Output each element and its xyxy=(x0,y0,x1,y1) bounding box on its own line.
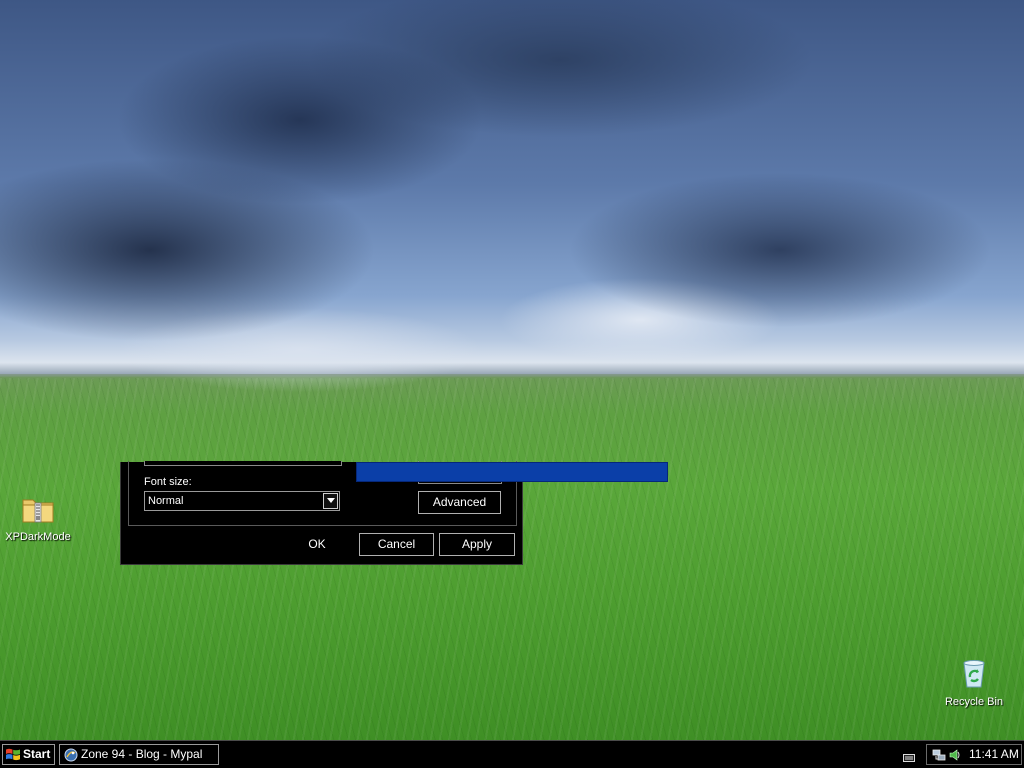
recycle-bin-icon xyxy=(936,657,1012,692)
mypal-browser-icon xyxy=(64,748,78,764)
zip-folder-icon xyxy=(0,494,76,527)
taskbar-item-label: Zone 94 - Blog - Mypal xyxy=(81,747,203,761)
font-size-select[interactable]: Normal xyxy=(144,491,340,511)
clock[interactable]: 11:41 AM xyxy=(969,745,1019,764)
cancel-button[interactable]: Cancel xyxy=(359,533,434,556)
windows-logo-icon xyxy=(6,748,20,767)
dropdown-arrow-button[interactable] xyxy=(323,493,338,509)
font-size-label: Font size: xyxy=(144,476,192,488)
keyboard-layout-icon[interactable] xyxy=(903,751,915,765)
desktop-wallpaper xyxy=(0,0,1024,740)
font-size-value: Normal xyxy=(148,495,184,507)
previous-dropdown[interactable] xyxy=(144,461,342,466)
start-button[interactable]: Start xyxy=(2,744,55,765)
apply-button[interactable]: Apply xyxy=(439,533,515,556)
network-icon[interactable] xyxy=(932,748,946,765)
desktop-icon-recycle-bin[interactable]: Recycle Bin xyxy=(936,657,1012,708)
desktop-icon-xpdarkmode[interactable]: XPDarkMode xyxy=(0,494,76,543)
ok-button[interactable]: OK xyxy=(282,533,352,556)
advanced-button[interactable]: Advanced xyxy=(418,491,501,514)
taskbar: Start Zone 94 - Blog - Mypal 11:41 AM xyxy=(0,740,1024,768)
selection-highlight-bar xyxy=(356,462,668,482)
system-tray: 11:41 AM xyxy=(926,744,1022,765)
taskbar-item-mypal[interactable]: Zone 94 - Blog - Mypal xyxy=(59,744,219,765)
volume-icon[interactable] xyxy=(948,748,962,765)
desktop-icon-label: XPDarkMode xyxy=(5,531,71,543)
chevron-down-icon xyxy=(327,498,335,503)
desktop-icon-label: Recycle Bin xyxy=(944,696,1004,708)
start-label: Start xyxy=(23,747,51,761)
